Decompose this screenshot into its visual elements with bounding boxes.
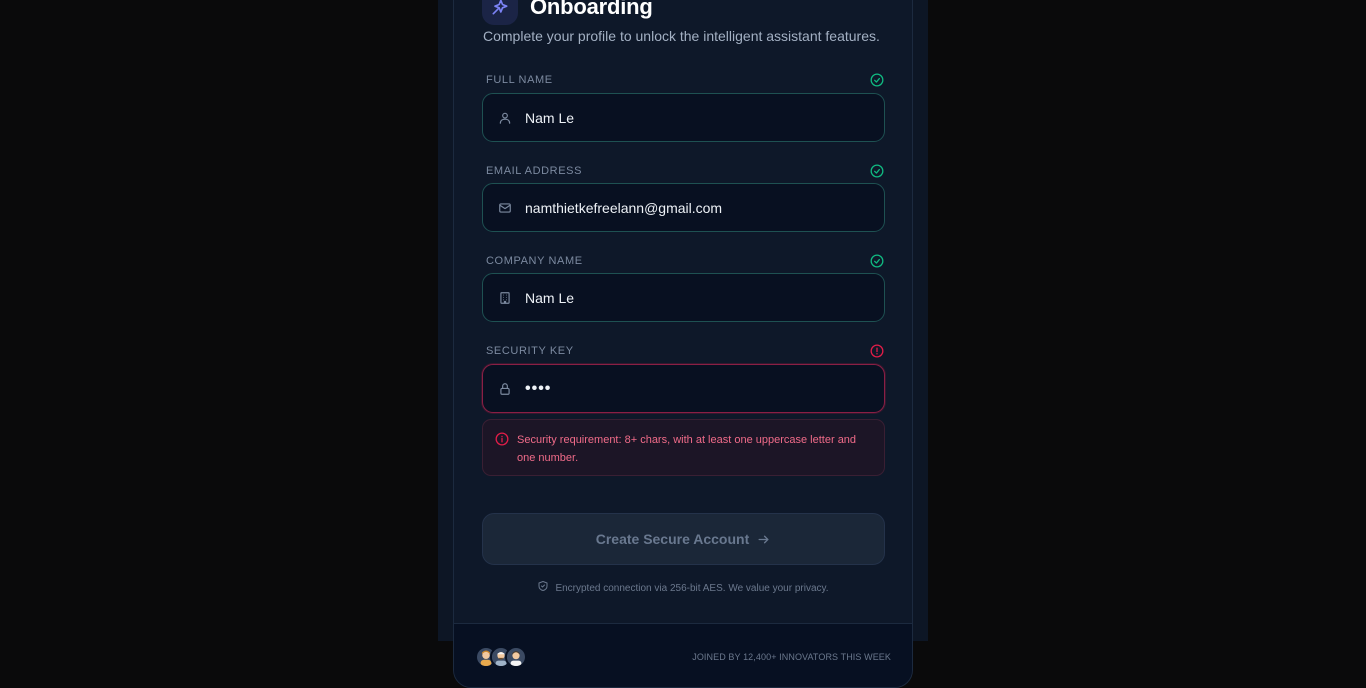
alert-circle-icon xyxy=(869,344,884,359)
check-circle-icon xyxy=(869,164,884,179)
social-proof-text: JOINED BY 12,400+ INNOVATORS THIS WEEK xyxy=(692,651,891,662)
full-name-input[interactable] xyxy=(525,94,884,141)
page-title: Onboarding xyxy=(530,0,653,19)
company-field[interactable] xyxy=(482,273,885,322)
card-header: Onboarding xyxy=(482,0,653,27)
create-account-label: Create Secure Account xyxy=(595,531,750,547)
privacy-text: Encrypted connection via 256-bit AES. We… xyxy=(555,582,829,594)
full-name-label: FULL NAME xyxy=(486,74,553,86)
check-circle-icon xyxy=(869,254,884,269)
avatar-stack xyxy=(475,645,527,668)
security-key-field[interactable] xyxy=(482,364,885,413)
onboarding-card: Onboarding Complete your profile to unlo… xyxy=(453,0,913,688)
privacy-note: Encrypted connection via 256-bit AES. We… xyxy=(454,579,912,597)
create-account-button[interactable]: Create Secure Account xyxy=(482,513,885,565)
mail-icon xyxy=(497,200,513,216)
lock-icon xyxy=(497,381,513,397)
full-name-field[interactable] xyxy=(482,93,885,142)
company-label: COMPANY NAME xyxy=(486,255,583,267)
error-text: Security requirement: 8+ chars, with at … xyxy=(517,434,857,464)
avatar xyxy=(505,645,527,668)
email-input[interactable] xyxy=(525,184,884,231)
shield-icon xyxy=(537,579,549,597)
email-label: EMAIL ADDRESS xyxy=(486,165,583,177)
page-subtitle: Complete your profile to unlock the inte… xyxy=(483,28,880,44)
card-footer: JOINED BY 12,400+ INNOVATORS THIS WEEK xyxy=(454,623,912,687)
company-input[interactable] xyxy=(525,274,884,321)
email-label-row: EMAIL ADDRESS xyxy=(486,164,884,178)
user-icon xyxy=(497,110,513,126)
security-key-label: SECURITY KEY xyxy=(486,345,574,357)
security-key-label-row: SECURITY KEY xyxy=(486,344,884,358)
check-circle-icon xyxy=(869,73,884,88)
arrow-right-icon xyxy=(757,532,771,546)
sparkle-logo-icon xyxy=(482,0,518,25)
company-label-row: COMPANY NAME xyxy=(486,254,884,268)
full-name-label-row: FULL NAME xyxy=(486,73,884,87)
email-field[interactable] xyxy=(482,183,885,232)
security-error-message: Security requirement: 8+ chars, with at … xyxy=(482,419,885,476)
security-key-input[interactable] xyxy=(525,365,884,412)
building-icon xyxy=(497,290,513,306)
info-circle-icon xyxy=(495,432,509,446)
